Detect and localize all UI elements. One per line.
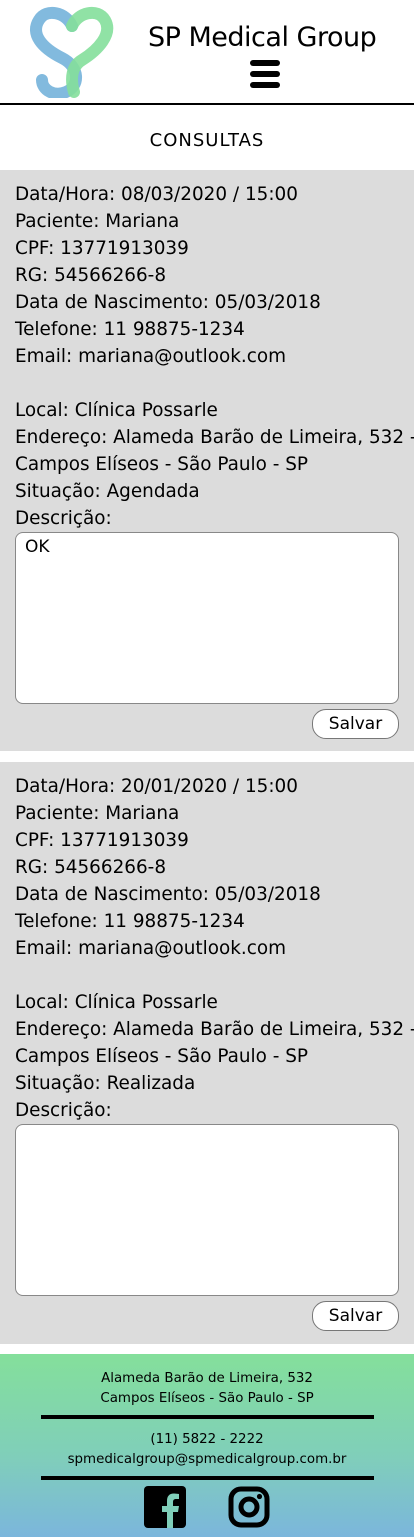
header-divider bbox=[0, 103, 414, 105]
brand-name: SP Medical Group bbox=[148, 22, 377, 53]
appointment-rg: RG: 54566266-8 bbox=[15, 265, 167, 286]
footer-address-line2: Campos Elíseos - São Paulo - SP bbox=[100, 1391, 314, 1406]
appointment-cpf: CPF: 13771913039 bbox=[15, 238, 189, 259]
footer-phone: (11) 5822 - 2222 bbox=[150, 1432, 264, 1447]
page-title: CONSULTAS bbox=[149, 130, 265, 151]
appointment-datetime: Data/Hora: 08/03/2020 / 15:00 bbox=[15, 184, 298, 205]
appointment-address-line1: Endereço: Alameda Barão de Limeira, 532 … bbox=[15, 427, 414, 448]
appointment-birthdate: Data de Nascimento: 05/03/2018 bbox=[15, 292, 321, 313]
appointment-patient: Paciente: Mariana bbox=[15, 803, 180, 824]
appointment-address-line2: Campos Elíseos - São Paulo - SP bbox=[15, 1046, 308, 1067]
instagram-icon[interactable] bbox=[228, 1486, 270, 1528]
appointment-email: Email: mariana@outlook.com bbox=[15, 938, 287, 959]
appointment-card: Data/Hora: 20/01/2020 / 15:00 Paciente: … bbox=[0, 762, 414, 1344]
site-footer: Alameda Barão de Limeira, 532 Campos Elí… bbox=[0, 1354, 414, 1537]
appointment-rg: RG: 54566266-8 bbox=[15, 857, 167, 878]
facebook-icon[interactable] bbox=[144, 1486, 186, 1528]
appointment-email: Email: mariana@outlook.com bbox=[15, 346, 287, 367]
appointment-status: Situação: Realizada bbox=[15, 1073, 196, 1094]
description-field[interactable] bbox=[15, 1124, 399, 1296]
footer-address-line1: Alameda Barão de Limeira, 532 bbox=[101, 1371, 313, 1386]
appointment-place: Local: Clínica Possarle bbox=[15, 400, 218, 421]
description-label: Descrição: bbox=[15, 508, 112, 529]
appointment-address-line1: Endereço: Alameda Barão de Limeira, 532 … bbox=[15, 1019, 414, 1040]
appointment-datetime: Data/Hora: 20/01/2020 / 15:00 bbox=[15, 776, 298, 797]
site-header: SP Medical Group bbox=[0, 0, 414, 105]
footer-contact: (11) 5822 - 2222 spmedicalgroup@spmedica… bbox=[0, 1430, 414, 1470]
footer-email[interactable]: spmedicalgroup@spmedicalgroup.com.br bbox=[0, 1450, 414, 1470]
appointment-phone: Telefone: 11 98875-1234 bbox=[15, 319, 245, 340]
appointment-cpf: CPF: 13771913039 bbox=[15, 830, 189, 851]
footer-divider bbox=[41, 1476, 374, 1480]
heart-sp-logo-icon[interactable] bbox=[28, 6, 116, 98]
appointment-phone: Telefone: 11 98875-1234 bbox=[15, 911, 245, 932]
footer-address: Alameda Barão de Limeira, 532 Campos Elí… bbox=[0, 1369, 414, 1409]
appointment-place: Local: Clínica Possarle bbox=[15, 992, 218, 1013]
appointment-address-line2: Campos Elíseos - São Paulo - SP bbox=[15, 454, 308, 475]
hamburger-menu-icon[interactable] bbox=[250, 60, 280, 90]
description-label: Descrição: bbox=[15, 1100, 112, 1121]
description-field[interactable]: OK bbox=[15, 532, 399, 704]
save-button[interactable]: Salvar bbox=[312, 709, 399, 739]
appointment-card: Data/Hora: 08/03/2020 / 15:00 Paciente: … bbox=[0, 170, 414, 751]
footer-divider bbox=[41, 1415, 374, 1419]
save-button[interactable]: Salvar bbox=[312, 1301, 399, 1331]
appointment-patient: Paciente: Mariana bbox=[15, 211, 180, 232]
appointment-status: Situação: Agendada bbox=[15, 481, 200, 502]
appointment-birthdate: Data de Nascimento: 05/03/2018 bbox=[15, 884, 321, 905]
